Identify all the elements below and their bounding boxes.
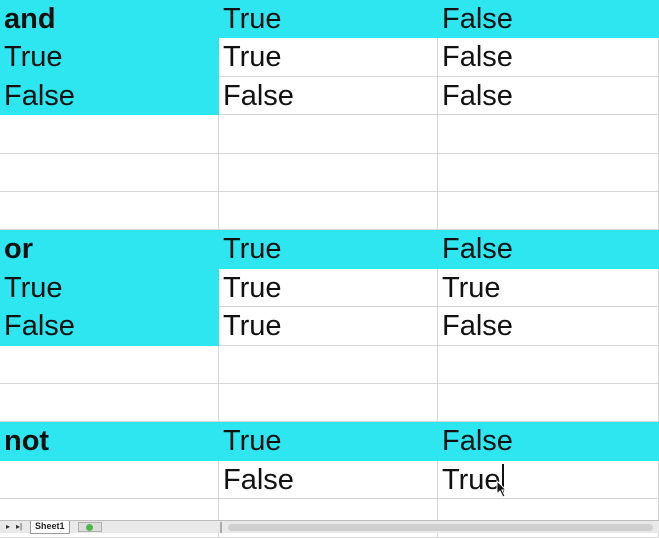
empty-cell[interactable] <box>438 115 659 154</box>
cell-and-header-false[interactable]: False <box>438 0 659 39</box>
mouse-pointer-icon <box>496 480 508 498</box>
sheet-tab-bar: ▸ ▸| Sheet1 <box>0 520 659 534</box>
cell-and-row-label-true[interactable]: True <box>0 38 219 77</box>
cell-and-header-true[interactable]: True <box>219 0 438 39</box>
cell-and-false-true[interactable]: False <box>219 76 438 116</box>
cell-or-title[interactable]: or <box>0 230 219 269</box>
cell-not-header-false[interactable]: False <box>438 422 659 461</box>
empty-cell[interactable] <box>219 153 438 192</box>
cell-not-title[interactable]: not <box>0 422 219 461</box>
empty-cell[interactable] <box>438 345 659 384</box>
empty-cell[interactable] <box>0 192 219 231</box>
table-row: False False False <box>0 76 659 116</box>
table-row <box>0 345 659 384</box>
table-row <box>0 115 659 154</box>
empty-cell[interactable] <box>438 192 659 231</box>
table-row: not True False <box>0 422 659 461</box>
cell-and-false-false[interactable]: False <box>438 76 659 116</box>
table-row: or True False <box>0 230 659 269</box>
cell-or-header-true[interactable]: True <box>219 230 438 269</box>
table-row: False True <box>0 460 659 500</box>
table-row: True True False <box>0 38 659 77</box>
tab-nav-next-icon[interactable]: ▸ <box>3 522 13 532</box>
cell-and-title[interactable]: and <box>0 0 219 39</box>
empty-cell[interactable] <box>0 384 219 423</box>
table-row <box>0 192 659 231</box>
cell-and-row-label-false[interactable]: False <box>0 76 219 116</box>
cell-or-true-true[interactable]: True <box>219 268 438 308</box>
cell-edit-text: True <box>442 463 501 496</box>
empty-cell[interactable] <box>219 192 438 231</box>
cell-or-row-label-true[interactable]: True <box>0 268 219 308</box>
tab-nav-last-icon[interactable]: ▸| <box>14 522 24 532</box>
table-row <box>0 153 659 192</box>
empty-cell[interactable] <box>438 153 659 192</box>
cell-not-row-label[interactable] <box>0 460 219 500</box>
table-row: and True False <box>0 0 659 39</box>
add-sheet-button[interactable] <box>78 522 102 532</box>
table-row: True True True <box>0 268 659 308</box>
cell-or-false-true[interactable]: True <box>219 307 438 346</box>
spreadsheet-grid: and True False True True False False Fal… <box>0 0 659 538</box>
cell-or-row-label-false[interactable]: False <box>0 307 219 346</box>
empty-cell[interactable] <box>438 384 659 423</box>
empty-cell[interactable] <box>0 345 219 384</box>
tab-sheet1[interactable]: Sheet1 <box>30 521 70 534</box>
horizontal-scrollbar[interactable] <box>228 524 653 531</box>
cell-or-header-false[interactable]: False <box>438 230 659 269</box>
empty-cell[interactable] <box>219 345 438 384</box>
empty-cell[interactable] <box>0 153 219 192</box>
empty-cell[interactable] <box>219 115 438 154</box>
cell-or-false-false[interactable]: False <box>438 307 659 346</box>
table-row: False True False <box>0 307 659 346</box>
tab-splitter-handle[interactable] <box>220 522 222 533</box>
cell-or-true-false[interactable]: True <box>438 268 659 308</box>
cell-not-value-false-editing[interactable]: True <box>438 460 659 500</box>
empty-cell[interactable] <box>219 384 438 423</box>
table-row <box>0 384 659 423</box>
plus-icon <box>86 524 93 531</box>
cell-not-header-true[interactable]: True <box>219 422 438 461</box>
cell-not-value-true[interactable]: False <box>219 460 438 500</box>
empty-cell[interactable] <box>0 115 219 154</box>
cell-and-true-true[interactable]: True <box>219 38 438 77</box>
cell-and-true-false[interactable]: False <box>438 38 659 77</box>
